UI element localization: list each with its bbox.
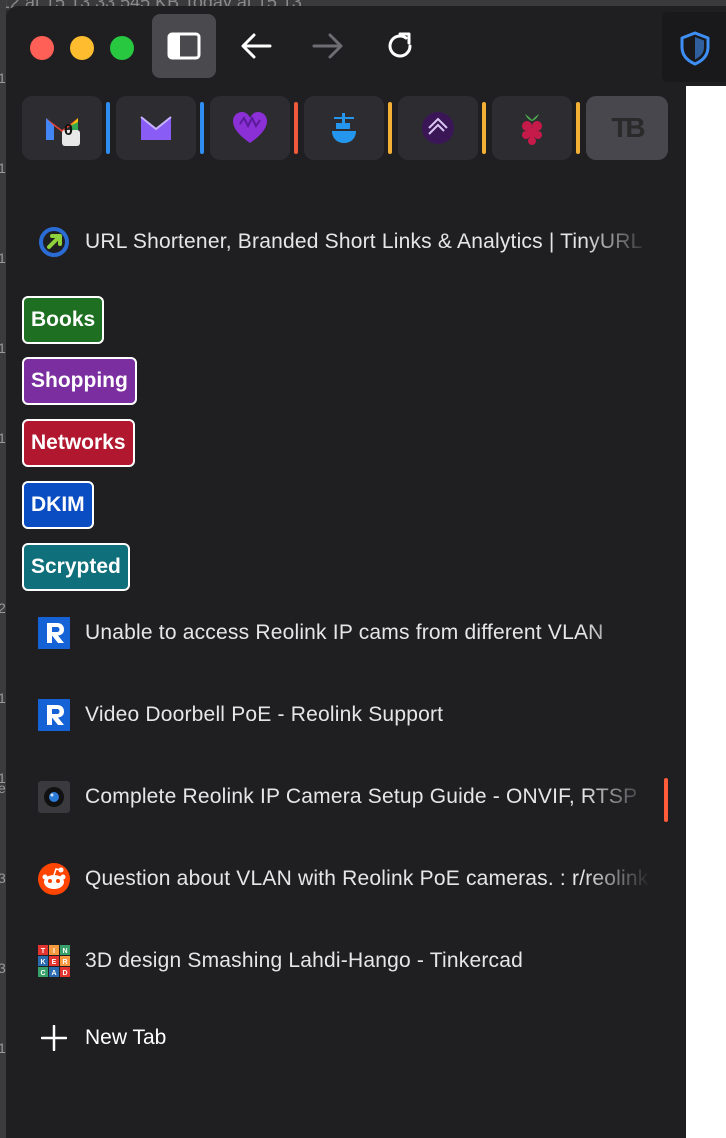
tab-group-books[interactable]: Books [22, 296, 105, 344]
sidebar-icon [167, 32, 201, 60]
zoom-window-button[interactable] [110, 36, 134, 60]
forward-button[interactable] [296, 14, 360, 78]
minimize-window-button[interactable] [70, 36, 94, 60]
pinned-tab-proton-mail[interactable] [116, 96, 196, 160]
plus-icon [38, 1022, 70, 1054]
browser-window: 0 TB URL Shortener, Branded Short Links … [6, 6, 726, 1138]
heart-icon [233, 112, 267, 143]
tab-title: 3D design Smashing Lahdi-Hango - Tinkerc… [85, 949, 523, 972]
reload-icon [388, 32, 412, 58]
tinkercad-letter: R [62, 959, 67, 966]
tb-logo: TB [611, 112, 645, 143]
pinned-tab-hub[interactable] [398, 96, 478, 160]
mail-icon [140, 116, 172, 140]
gmail-badge: 0 [64, 122, 73, 139]
pin-indicator [106, 102, 110, 154]
pin-indicator [200, 102, 204, 154]
main-content-pane [686, 86, 726, 1138]
tab-item[interactable]: URL Shortener, Branded Short Links & Ana… [38, 222, 658, 262]
pinned-tab-docker[interactable] [304, 96, 384, 160]
pinned-tab-gmail[interactable]: 0 [22, 96, 102, 160]
arrow-left-icon [241, 33, 272, 59]
gmail-icon [46, 118, 80, 146]
tinkercad-letter: D [62, 970, 67, 977]
tab-title: URL Shortener, Branded Short Links & Ana… [85, 230, 643, 253]
tinkercad-letter: C [40, 970, 45, 977]
raspberry-icon [522, 114, 542, 145]
tab-activity-indicator [664, 778, 668, 822]
new-tab-label: New Tab [85, 1026, 167, 1049]
arrow-right-icon [312, 33, 343, 59]
pin-indicator [482, 102, 486, 154]
tinkercad-letter: K [40, 959, 45, 966]
new-tab-button[interactable]: New Tab [38, 1018, 166, 1058]
tinyurl-icon [38, 226, 70, 258]
pinned-tab-heart[interactable] [210, 96, 290, 160]
pin-indicator [294, 102, 298, 154]
tinkercad-letter: T [41, 948, 46, 955]
close-window-button[interactable] [30, 36, 54, 60]
hub-icon [422, 112, 454, 144]
reolink-icon [38, 699, 70, 731]
tab-item[interactable]: T I N K E R C A D 3D design Smashing Lah… [38, 941, 658, 981]
tab-group-shopping[interactable]: Shopping [22, 357, 137, 405]
tab-group-dkim[interactable]: DKIM [22, 481, 94, 529]
back-button[interactable] [224, 14, 288, 78]
camera-icon [38, 781, 70, 813]
tab-group-networks[interactable]: Networks [22, 419, 135, 467]
tinkercad-icon: T I N K E R C A D [38, 945, 70, 977]
tinkercad-letter: I [53, 948, 55, 955]
tinkercad-letter: E [52, 959, 57, 966]
shield-icon[interactable] [678, 30, 712, 66]
pinned-tabs: 0 TB [22, 96, 682, 160]
sidebar-toggle-button[interactable] [152, 14, 216, 78]
tab-title: Unable to access Reolink IP cams from di… [85, 621, 604, 644]
tab-title: Complete Reolink IP Camera Setup Guide -… [85, 785, 638, 808]
pin-indicator [576, 102, 580, 154]
tinkercad-letter: N [62, 948, 67, 955]
tab-title: Video Doorbell PoE - Reolink Support [85, 703, 444, 726]
tab-item[interactable]: Video Doorbell PoE - Reolink Support [38, 695, 658, 735]
tab-item[interactable]: Question about VLAN with Reolink PoE cam… [38, 859, 658, 899]
toolbar [6, 6, 686, 88]
reload-button[interactable] [368, 14, 432, 78]
tab-item[interactable]: Unable to access Reolink IP cams from di… [38, 613, 658, 653]
reolink-icon [38, 617, 70, 649]
tinkercad-letter: A [51, 970, 56, 977]
pinned-tab-tb[interactable]: TB [586, 96, 668, 160]
reddit-icon [38, 863, 70, 895]
tab-group-scrypted[interactable]: Scrypted [22, 543, 130, 591]
pin-indicator [388, 102, 392, 154]
tab-title: Question about VLAN with Reolink PoE cam… [85, 867, 649, 890]
pinned-tab-raspberry-pi[interactable] [492, 96, 572, 160]
docker-icon [332, 113, 356, 143]
tab-item[interactable]: Complete Reolink IP Camera Setup Guide -… [38, 777, 658, 817]
